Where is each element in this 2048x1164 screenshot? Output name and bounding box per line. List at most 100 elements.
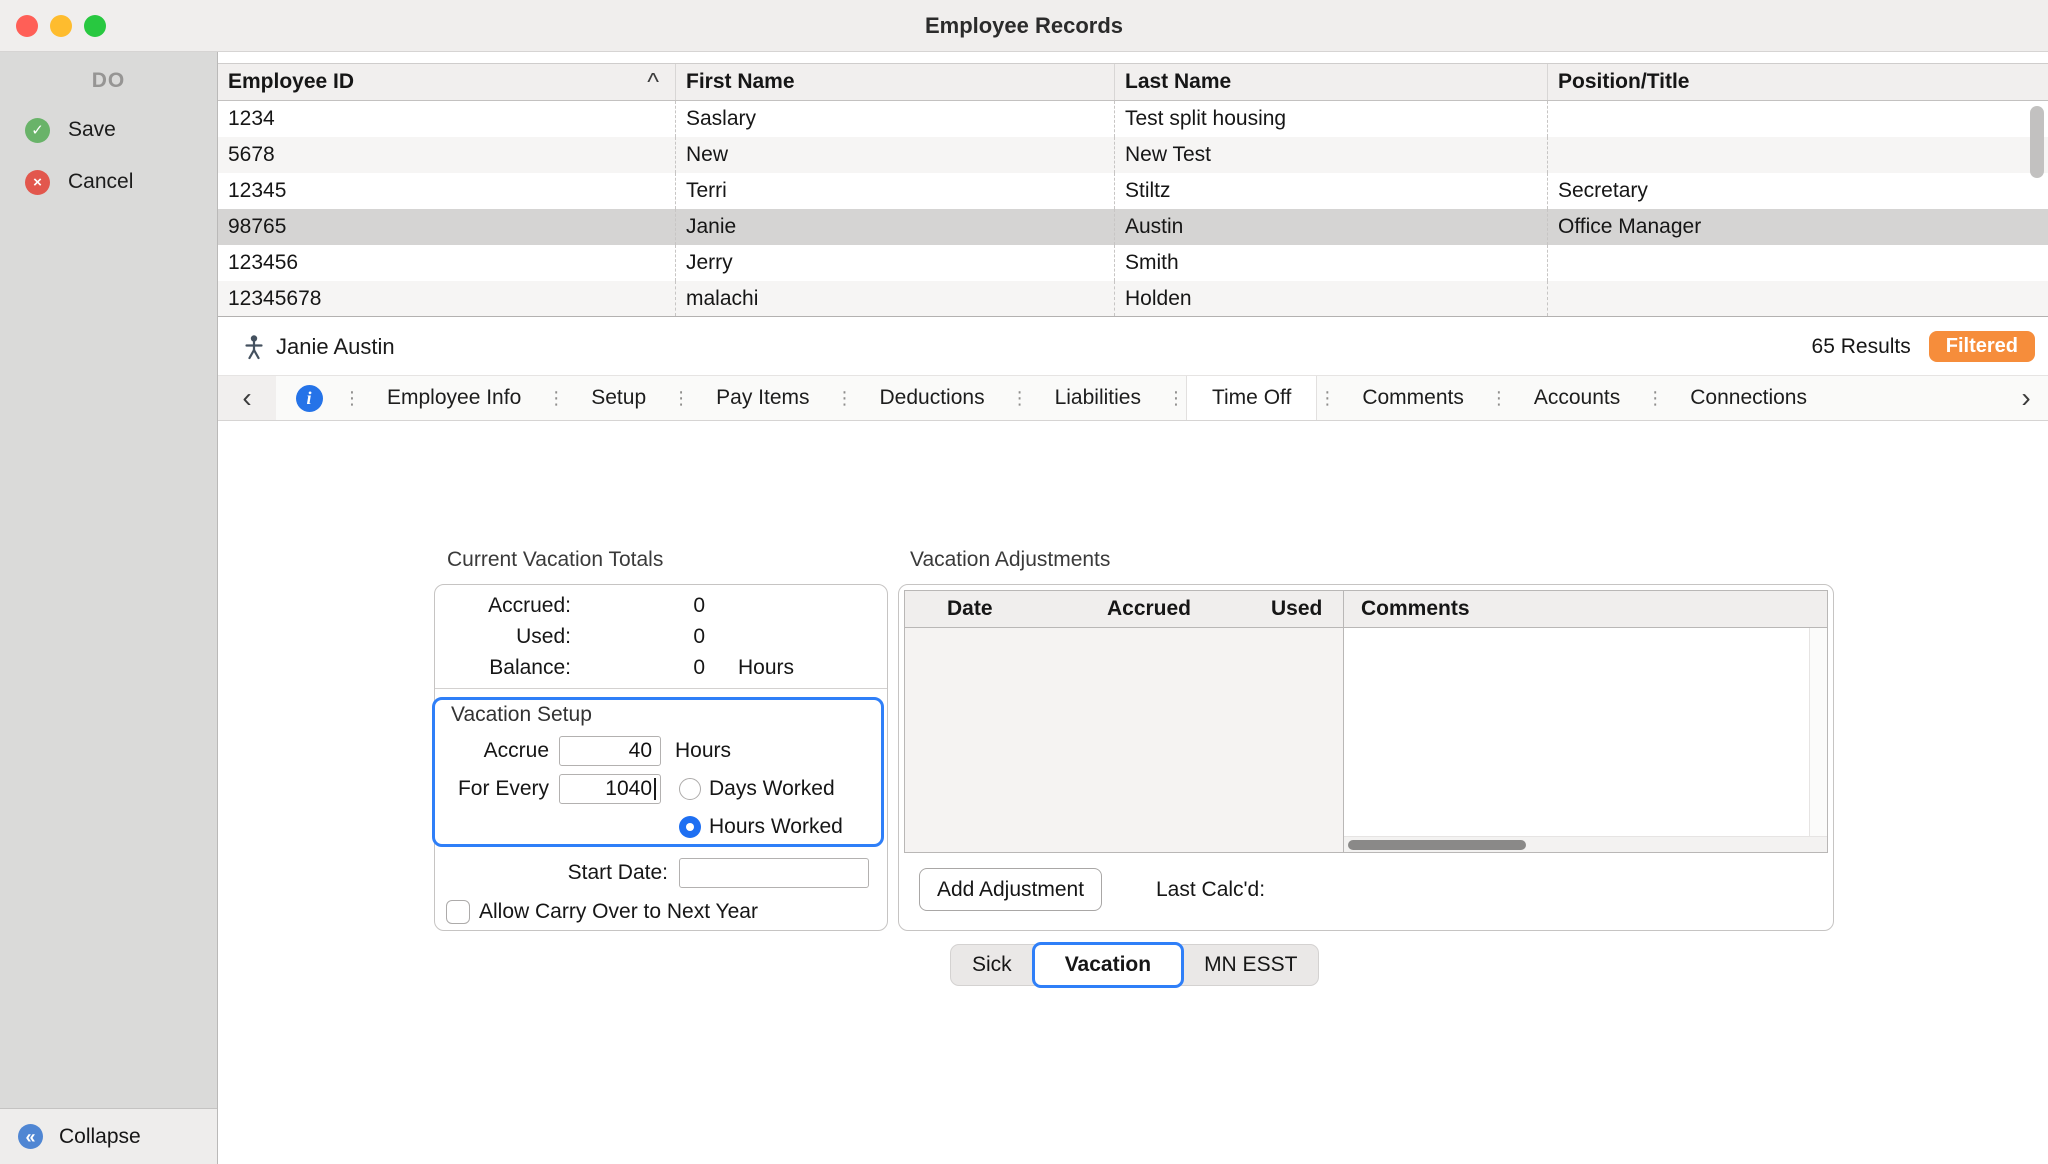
accrue-hours-input[interactable] bbox=[559, 736, 661, 766]
for-every-input[interactable] bbox=[559, 774, 661, 804]
table-vertical-scrollbar[interactable] bbox=[2030, 106, 2044, 178]
accrued-value: 0 bbox=[571, 590, 705, 621]
table-header-row: Employee ID ^ First Name Last Name Posit… bbox=[218, 63, 2048, 101]
tab-menu-icon[interactable]: ⋮ bbox=[835, 388, 855, 409]
tab-liabilities[interactable]: Liabilities bbox=[1030, 376, 1166, 420]
tab-menu-icon[interactable]: ⋮ bbox=[1489, 388, 1509, 409]
tab-accounts[interactable]: Accounts bbox=[1509, 376, 1645, 420]
adjustments-column-accrued: Accrued bbox=[1085, 591, 1191, 627]
for-every-label: For Every bbox=[435, 777, 549, 801]
record-tab-bar: ‹ i ⋮ Employee Info ⋮ Setup ⋮ Pay Items … bbox=[218, 375, 2048, 421]
table-row[interactable]: 5678 New New Test bbox=[218, 137, 2048, 173]
adjustments-column-date: Date bbox=[947, 591, 993, 627]
column-divider bbox=[1343, 591, 1344, 627]
cancel-x-icon: × bbox=[25, 170, 50, 195]
subtab-sick[interactable]: Sick bbox=[951, 945, 1033, 985]
subtab-mn-esst[interactable]: MN ESST bbox=[1183, 945, 1318, 985]
tab-menu-icon[interactable]: ⋮ bbox=[1645, 388, 1665, 409]
tab-scroll-left-button[interactable]: ‹ bbox=[218, 376, 276, 420]
adjustments-table: Date Accrued Used Comments bbox=[904, 590, 1828, 853]
vacation-adjustments-title: Vacation Adjustments bbox=[910, 548, 1110, 572]
used-value: 0 bbox=[571, 621, 705, 652]
table-row-selected[interactable]: 98765 Janie Austin Office Manager bbox=[218, 209, 2048, 245]
vacation-totals-panel: Accrued: 0 Used: 0 Balance: 0 Hours Vaca… bbox=[434, 584, 888, 931]
titlebar: Employee Records bbox=[0, 0, 2048, 52]
column-header-employee-id[interactable]: Employee ID ^ bbox=[218, 64, 675, 100]
carry-over-label: Allow Carry Over to Next Year bbox=[479, 900, 758, 924]
tab-setup[interactable]: Setup bbox=[566, 376, 671, 420]
adjustments-header-row: Date Accrued Used Comments bbox=[905, 591, 1827, 628]
days-worked-radio[interactable]: Days Worked bbox=[671, 777, 881, 801]
table-row[interactable]: 12345678 malachi Holden bbox=[218, 281, 2048, 317]
person-icon bbox=[242, 334, 266, 360]
cancel-button-label: Cancel bbox=[68, 170, 133, 194]
status-row: Janie Austin 65 Results Filtered bbox=[218, 318, 2048, 375]
start-date-input[interactable] bbox=[679, 858, 869, 888]
tab-menu-icon[interactable]: ⋮ bbox=[1317, 388, 1337, 409]
table-row[interactable]: 123456 Jerry Smith bbox=[218, 245, 2048, 281]
cancel-button[interactable]: × Cancel bbox=[0, 165, 217, 199]
vacation-setup-title: Vacation Setup bbox=[435, 700, 881, 727]
column-header-position-title[interactable]: Position/Title bbox=[1547, 64, 2048, 100]
current-vacation-totals-title: Current Vacation Totals bbox=[447, 548, 663, 572]
tab-employee-info[interactable]: Employee Info bbox=[362, 376, 546, 420]
start-date-label: Start Date: bbox=[435, 861, 668, 885]
save-button[interactable]: ✓ Save bbox=[0, 113, 217, 147]
collapse-sidebar-button[interactable]: « Collapse bbox=[0, 1108, 217, 1164]
hours-worked-radio[interactable]: Hours Worked bbox=[671, 815, 881, 839]
comments-horizontal-scrollbar[interactable] bbox=[1344, 836, 1827, 852]
column-header-last-name[interactable]: Last Name bbox=[1114, 64, 1547, 100]
tab-pay-items[interactable]: Pay Items bbox=[691, 376, 834, 420]
days-worked-label: Days Worked bbox=[709, 777, 835, 801]
sidebar-header: DO bbox=[0, 69, 217, 93]
employee-records-window: Employee Records DO ✓ Save × Cancel « Co… bbox=[0, 0, 2048, 1164]
accrued-label: Accrued: bbox=[435, 590, 571, 621]
tab-menu-icon[interactable]: ⋮ bbox=[1166, 388, 1186, 409]
balance-unit: Hours bbox=[705, 652, 887, 683]
last-calcd-label: Last Calc'd: bbox=[1156, 878, 1265, 902]
window-title: Employee Records bbox=[0, 0, 2048, 51]
balance-label: Balance: bbox=[435, 652, 571, 683]
balance-value: 0 bbox=[571, 652, 705, 683]
tab-scroll-right-button[interactable]: › bbox=[2004, 376, 2048, 420]
tab-menu-icon[interactable]: ⋮ bbox=[546, 388, 566, 409]
tab-comments[interactable]: Comments bbox=[1337, 376, 1489, 420]
filtered-badge[interactable]: Filtered bbox=[1929, 331, 2035, 362]
adjustments-column-used: Used bbox=[1271, 591, 1322, 627]
checkbox-unchecked-icon bbox=[446, 900, 470, 924]
accrue-label: Accrue bbox=[435, 739, 549, 763]
tab-menu-icon[interactable]: ⋮ bbox=[342, 388, 362, 409]
carry-over-checkbox-row[interactable]: Allow Carry Over to Next Year bbox=[446, 896, 758, 928]
adjustments-column-comments: Comments bbox=[1361, 591, 1470, 627]
main-area: Employee ID ^ First Name Last Name Posit… bbox=[218, 52, 2048, 1164]
collapse-chevrons-icon: « bbox=[18, 1124, 43, 1149]
info-tab[interactable]: i bbox=[276, 385, 342, 412]
save-button-label: Save bbox=[68, 118, 116, 142]
comments-vertical-scrollbar[interactable] bbox=[1809, 628, 1827, 836]
table-row[interactable]: 12345 Terri Stiltz Secretary bbox=[218, 173, 2048, 209]
horizontal-scrollbar-thumb[interactable] bbox=[1348, 840, 1526, 850]
vacation-options-section: Start Date: Allow Carry Over to Next Yea… bbox=[435, 847, 887, 930]
add-adjustment-button[interactable]: Add Adjustment bbox=[919, 868, 1102, 911]
tab-deductions[interactable]: Deductions bbox=[855, 376, 1010, 420]
tab-time-off[interactable]: Time Off bbox=[1186, 376, 1317, 420]
vacation-adjustments-panel: Date Accrued Used Comments Add Adjustmen… bbox=[898, 584, 1834, 931]
employee-table: Employee ID ^ First Name Last Name Posit… bbox=[218, 63, 2048, 317]
accrue-unit-label: Hours bbox=[671, 739, 881, 763]
tab-connections[interactable]: Connections bbox=[1665, 376, 1832, 420]
time-off-subtabs: Sick Vacation MN ESST bbox=[950, 944, 1319, 986]
totals-section: Accrued: 0 Used: 0 Balance: 0 Hours bbox=[435, 585, 887, 689]
info-icon: i bbox=[296, 385, 323, 412]
adjustments-comments-area[interactable] bbox=[1343, 628, 1827, 852]
radio-unselected-icon bbox=[679, 778, 701, 800]
results-count: 65 Results bbox=[1812, 335, 1911, 359]
collapse-button-label: Collapse bbox=[59, 1125, 141, 1149]
subtab-vacation[interactable]: Vacation bbox=[1032, 942, 1184, 988]
column-header-first-name[interactable]: First Name bbox=[675, 64, 1114, 100]
radio-selected-icon bbox=[679, 816, 701, 838]
sort-ascending-icon: ^ bbox=[647, 68, 659, 97]
table-row[interactable]: 1234 Saslary Test split housing bbox=[218, 101, 2048, 137]
tab-menu-icon[interactable]: ⋮ bbox=[671, 388, 691, 409]
tab-menu-icon[interactable]: ⋮ bbox=[1010, 388, 1030, 409]
selected-employee-name: Janie Austin bbox=[276, 334, 395, 360]
